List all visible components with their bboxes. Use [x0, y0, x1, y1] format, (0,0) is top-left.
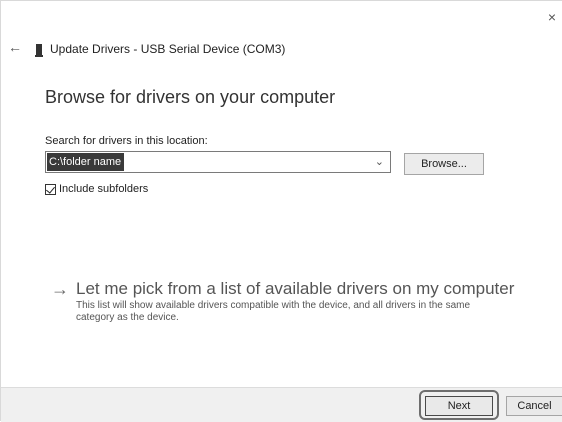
pick-from-list-description: This list will show available drivers co…	[76, 300, 471, 323]
page-heading: Browse for drivers on your computer	[45, 87, 336, 107]
close-icon[interactable]: ×	[544, 9, 560, 25]
location-combobox[interactable]: C:\folder name ⌄	[45, 151, 391, 173]
arrow-right-icon: →	[51, 279, 69, 299]
include-subfolders-label[interactable]: Include subfolders	[59, 183, 148, 195]
back-arrow-icon[interactable]: ←	[8, 40, 22, 54]
dialog-title: Update Drivers - USB Serial Device (COM3…	[50, 42, 286, 56]
pick-from-list-title[interactable]: Let me pick from a list of available dri…	[76, 279, 516, 299]
update-drivers-dialog: × ← Update Drivers - USB Serial Device (…	[0, 0, 562, 422]
search-location-label: Search for drivers in this location:	[45, 135, 208, 147]
usb-device-icon	[35, 43, 43, 57]
next-button[interactable]: Next	[425, 396, 493, 416]
chevron-down-icon[interactable]: ⌄	[375, 155, 384, 168]
location-value[interactable]: C:\folder name	[47, 153, 125, 171]
dialog-title-row: Update Drivers - USB Serial Device (COM3…	[35, 41, 286, 57]
include-subfolders-checkbox[interactable]	[45, 183, 56, 195]
browse-button[interactable]: Browse...	[404, 153, 484, 175]
include-subfolders-row[interactable]: Include subfolders	[45, 183, 148, 195]
cancel-button[interactable]: Cancel	[506, 396, 562, 416]
